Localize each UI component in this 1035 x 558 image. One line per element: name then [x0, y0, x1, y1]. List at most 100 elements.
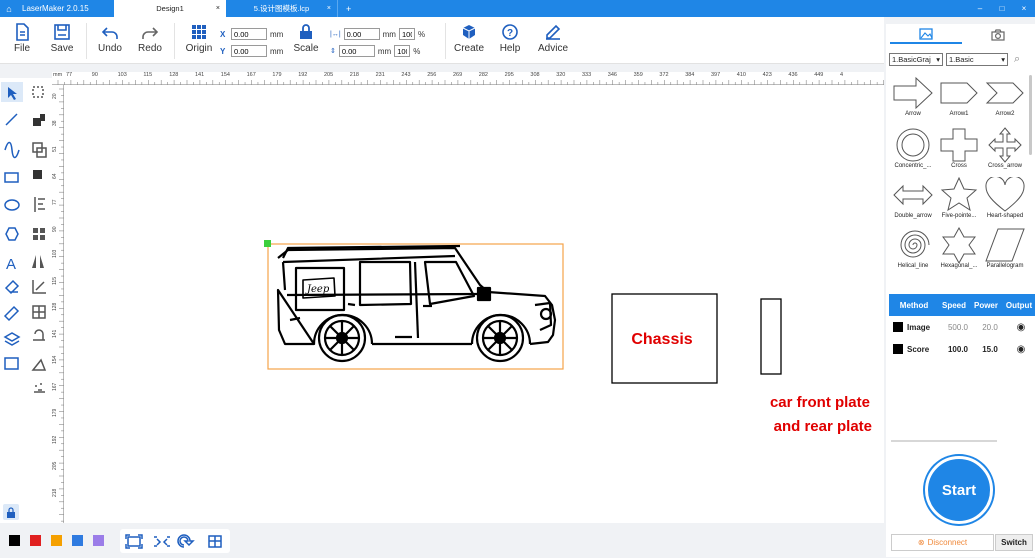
- ruler-tick-label: 115: [52, 276, 58, 285]
- text-tool-icon: A: [6, 256, 16, 273]
- create-button[interactable]: Create: [450, 23, 488, 54]
- switch-button[interactable]: Switch: [995, 534, 1033, 551]
- close-icon[interactable]: ×: [1013, 4, 1035, 13]
- height-field: ⇕ mm %: [330, 45, 420, 57]
- ruler-tick-label: 333: [582, 72, 592, 78]
- selection-handle[interactable]: [264, 240, 271, 247]
- tab-template[interactable]: 5.设计图模板.lcp ×: [226, 0, 338, 17]
- file-button[interactable]: File: [4, 23, 40, 54]
- svg-text:?: ?: [507, 28, 513, 39]
- shape-arrow[interactable]: Arrow: [890, 75, 936, 117]
- shape-cross-arrow[interactable]: Cross_arrow: [982, 127, 1028, 169]
- disconnect-icon: ⊗: [917, 538, 925, 547]
- split-icon: [32, 305, 46, 319]
- mirror-icon: [32, 255, 44, 268]
- new-tab-button[interactable]: +: [338, 0, 359, 17]
- front-plate-label-line1[interactable]: car front plate: [770, 394, 870, 411]
- lock-tool-icon[interactable]: [3, 504, 19, 520]
- jeep-drawing[interactable]: [276, 244, 557, 363]
- start-button[interactable]: Start: [925, 456, 993, 524]
- eraser-tool-icon: [4, 279, 20, 295]
- subcategory-select[interactable]: 1.Basic ▾: [946, 53, 1008, 66]
- chassis-label[interactable]: Chassis: [631, 331, 692, 348]
- ruler-tick-label: 64: [52, 172, 58, 179]
- redo-icon: [142, 27, 159, 39]
- arrow-shape-icon: [893, 76, 933, 110]
- cross-shape-icon: [940, 128, 978, 162]
- home-icon[interactable]: ⌂: [0, 4, 18, 14]
- color-swatch-red[interactable]: [30, 535, 41, 546]
- ruler-tick-label: 218: [349, 72, 359, 78]
- color-swatch-orange[interactable]: [51, 535, 62, 546]
- minimize-icon[interactable]: –: [969, 4, 991, 13]
- color-swatch-black[interactable]: [9, 535, 20, 546]
- eye-icon[interactable]: ◉: [1007, 322, 1035, 333]
- help-button[interactable]: ? Help: [492, 23, 528, 54]
- shape-arrow1[interactable]: Arrow1: [936, 75, 982, 117]
- shape-five-pointed-star[interactable]: Five-pointe...: [936, 177, 982, 219]
- ruler-tick-label: 192: [298, 72, 308, 78]
- front-plate-rect[interactable]: [760, 298, 782, 375]
- search-icon[interactable]: ⌕: [1014, 53, 1028, 67]
- shape-heart[interactable]: Heart-shaped: [982, 177, 1028, 219]
- y-input[interactable]: [231, 45, 267, 57]
- ruler-tick-label: 282: [478, 72, 488, 78]
- library-tab-shapes[interactable]: [890, 26, 962, 44]
- width-input[interactable]: [343, 28, 380, 40]
- layer-color-swatch[interactable]: [893, 322, 903, 332]
- jeep-badge-text: Jeep: [305, 284, 330, 295]
- shape-helical-line[interactable]: Helical_line: [890, 227, 936, 269]
- image-library-icon: [919, 28, 933, 40]
- ruler-tick-label: 154: [52, 355, 58, 364]
- undo-button[interactable]: Undo: [92, 23, 128, 54]
- eye-icon[interactable]: ◉: [1007, 344, 1035, 355]
- rotate-view-icon: [177, 534, 195, 548]
- shape-double-arrow[interactable]: Double_arrow: [890, 177, 936, 219]
- color-swatch-purple[interactable]: [93, 535, 104, 546]
- ruler-tick-label: 372: [659, 72, 669, 78]
- ruler-tick-label: 243: [401, 72, 411, 78]
- top-ruler: mm 77 90 103 115 128 141 154 167 179 192 205 218 231 2…: [52, 72, 891, 85]
- x-input[interactable]: [231, 28, 267, 40]
- category-select[interactable]: 1.BasicGraj ▾: [889, 53, 943, 66]
- layer-row-image[interactable]: Image 500.0 20.0 ◉: [889, 317, 1035, 337]
- polygon-tool-icon: [5, 227, 19, 241]
- scatter-icon: [34, 383, 45, 393]
- maximize-icon[interactable]: □: [991, 4, 1013, 13]
- origin-button[interactable]: Origin: [180, 23, 218, 54]
- ruler-tick-label: 154: [220, 72, 230, 78]
- height-input[interactable]: [338, 45, 375, 57]
- ruler-tick-label: 103: [117, 72, 127, 78]
- width-percent-input[interactable]: [398, 28, 415, 40]
- ellipse-tool-icon: [4, 199, 20, 211]
- cross-arrow-shape-icon: [988, 127, 1022, 163]
- shape-hexagonal-star[interactable]: Hexagonal_...: [936, 227, 982, 269]
- array-icon: [33, 228, 45, 240]
- shape-arrow2[interactable]: Arrow2: [982, 75, 1028, 117]
- redo-button[interactable]: Redo: [132, 23, 168, 54]
- tab-design1[interactable]: Design1 ×: [114, 0, 226, 17]
- color-swatch-blue[interactable]: [72, 535, 83, 546]
- front-plate-label-line2[interactable]: and rear plate: [774, 418, 872, 435]
- layer-row-score[interactable]: Score 100.0 15.0 ◉: [889, 339, 1035, 359]
- scale-lock-button[interactable]: Scale: [290, 23, 322, 54]
- layer-table-header: Method Speed Power Output: [889, 294, 1035, 316]
- drawing-tools: A: [0, 78, 52, 523]
- ruler-tick-label: 128: [52, 302, 58, 311]
- close-tab-icon[interactable]: ×: [327, 5, 331, 12]
- shape-concentric[interactable]: Concentric_...: [890, 127, 936, 169]
- height-percent-input[interactable]: [394, 45, 411, 57]
- library-tab-camera[interactable]: [962, 26, 1034, 44]
- ruler-tick-label: 103: [52, 249, 58, 258]
- shape-parallelogram[interactable]: Parallelogram: [982, 227, 1028, 269]
- shape-grid-scrollbar[interactable]: [1029, 75, 1032, 155]
- close-tab-icon[interactable]: ×: [216, 5, 220, 12]
- advice-button[interactable]: Advice: [533, 23, 573, 54]
- design-canvas[interactable]: Jeep Chassis car front plate and rear pl…: [64, 85, 884, 523]
- ruler-tick-label: 205: [324, 72, 334, 78]
- spiral-shape-icon: [900, 230, 930, 258]
- layer-color-swatch[interactable]: [893, 344, 903, 354]
- disconnect-button[interactable]: ⊗ Disconnect: [891, 534, 994, 551]
- shape-cross[interactable]: Cross: [936, 127, 982, 169]
- save-button[interactable]: Save: [44, 23, 80, 54]
